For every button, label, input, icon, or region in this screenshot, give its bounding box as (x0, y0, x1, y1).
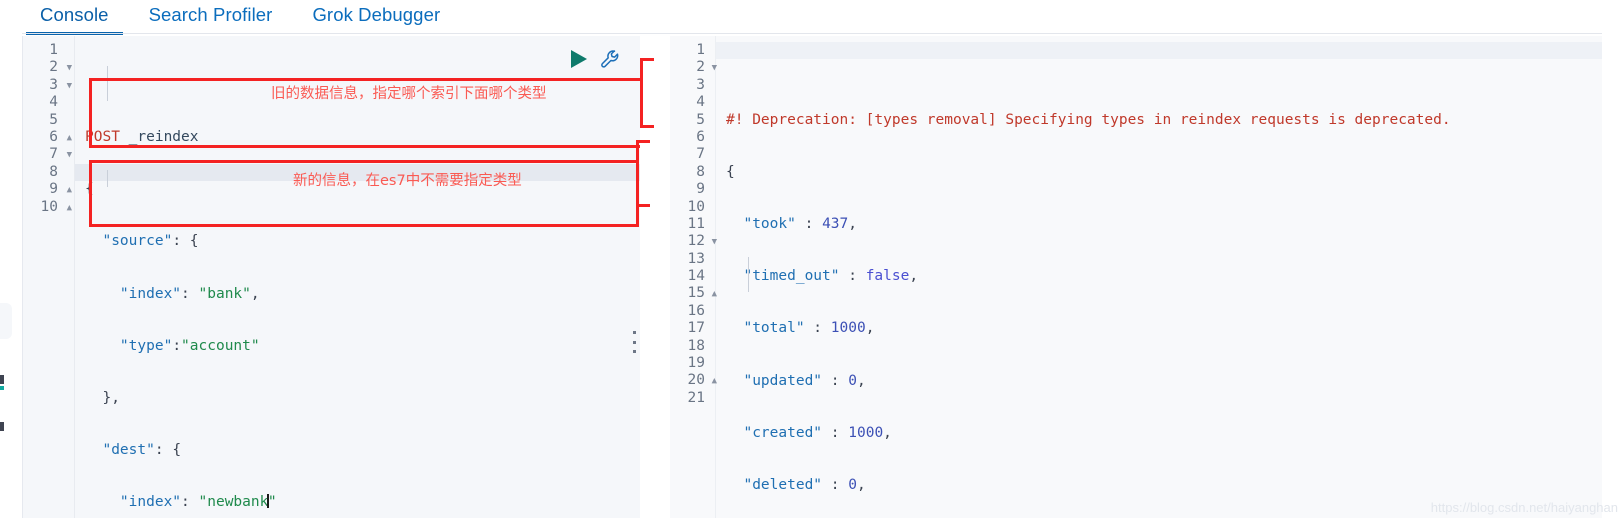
tabbar-divider (22, 33, 1602, 34)
line-number: 1 (696, 42, 705, 58)
pane-separator (640, 36, 670, 518)
line-number: 18 (687, 337, 705, 354)
tab-list: Console Search Profiler Grok Debugger (20, 0, 460, 35)
line-number: 10 (687, 198, 705, 215)
sidebar-mark-accent (0, 386, 4, 390)
tab-grok-debugger[interactable]: Grok Debugger (292, 0, 460, 35)
code-line: { (726, 163, 735, 180)
fold-toggle-icon[interactable]: ▼ (67, 78, 72, 95)
indent-guide (107, 170, 108, 187)
line-number: 20 (687, 372, 705, 389)
line-number: 21 (687, 389, 705, 406)
indent-guide (107, 66, 108, 101)
code-line: "index": "newbank" (119, 494, 277, 511)
code-line: "type":"account" (119, 337, 260, 354)
fold-toggle-icon[interactable]: ▲ (67, 130, 72, 147)
http-method: POST (85, 129, 120, 146)
wrench-icon[interactable] (599, 48, 621, 70)
tab-search-profiler[interactable]: Search Profiler (129, 0, 293, 35)
sidebar-mark-one (0, 375, 4, 384)
sidebar-collapsed-pill[interactable] (0, 303, 12, 339)
request-code[interactable]: POST _reindex { "source": { "index": "ba… (75, 42, 640, 518)
code-line: "updated" : 0, (743, 372, 866, 389)
kibana-devtools-screen: Console Search Profiler Grok Debugger 1 … (0, 0, 1624, 518)
line-number: 11 (687, 215, 705, 232)
code-line: "deleted" : 0, (743, 477, 866, 494)
tab-console[interactable]: Console (20, 0, 129, 35)
response-gutter: 1 2 ▼ 3 4 5 6 7 8 9 10 11 12 ▼ 13 14 15 ▲ 1… (670, 36, 717, 518)
line-number: 13 (687, 250, 705, 267)
fold-toggle-icon[interactable]: ▼ (67, 147, 72, 164)
value-total: 1000 (830, 320, 866, 337)
line-number: 4 (696, 94, 705, 111)
code-line: "source": { (102, 233, 199, 250)
sidebar-mark-two (0, 422, 4, 431)
code-line: POST _reindex (75, 129, 640, 146)
line-number: 5 (49, 111, 58, 128)
fold-toggle-icon[interactable]: ▲ (67, 182, 72, 199)
line-number: 16 (687, 302, 705, 319)
watermark: https://blog.csdn.net/haiyanghan (1430, 500, 1618, 515)
request-line-numbers: 1 2 ▼ 3 ▼ 4 5 6 ▲ 7 ▼ 8 9 ▲ 10 ▲ (23, 42, 74, 216)
request-path: _reindex (128, 129, 199, 146)
request-toolbar (553, 46, 633, 72)
line-number: 19 (687, 355, 705, 372)
line-number: 15 (687, 285, 705, 302)
line-number: 8 (49, 163, 58, 180)
code-line: "total" : 1000, (743, 320, 875, 337)
line-number: 6 (696, 128, 705, 145)
code-line: }, (85, 390, 120, 407)
value-timed-out: false (865, 268, 910, 285)
code-line: "created" : 1000, (743, 424, 892, 441)
annotation-text-dest: 新的信息，在es7中不需要指定类型 (293, 173, 522, 189)
line-number: 1 (49, 42, 58, 58)
left-edge-strip (0, 0, 22, 518)
response-code: #! Deprecation: [types removal] Specifyi… (716, 42, 1602, 518)
line-number: 7 (696, 146, 705, 163)
line-number: 2 (696, 59, 705, 76)
console-body: 1 2 ▼ 3 ▼ 4 5 6 ▲ 7 ▼ 8 9 ▲ 10 ▲ POST _reindex… (22, 36, 1602, 518)
devtools-tabbar: Console Search Profiler Grok Debugger (0, 0, 1624, 35)
run-request-button[interactable] (568, 49, 590, 69)
line-number: 17 (687, 320, 705, 337)
response-line-numbers: 1 2 ▼ 3 4 5 6 7 8 9 10 11 12 ▼ 13 14 15 ▲ 1… (670, 42, 717, 407)
line-number: 12 (687, 233, 705, 250)
annotation-text-source: 旧的数据信息，指定哪个索引下面哪个类型 (271, 86, 547, 102)
deprecation-warning: #! Deprecation: [types removal] Specifyi… (726, 111, 1451, 128)
fold-toggle-icon[interactable]: ▼ (67, 60, 72, 77)
value-deleted: 0 (848, 477, 857, 494)
pane-resize-handle[interactable] (631, 331, 637, 353)
line-number: 14 (687, 268, 705, 285)
code-line: "took" : 437, (743, 216, 857, 233)
indent-guide (748, 257, 749, 292)
value-created: 1000 (848, 424, 884, 441)
code-line: "dest": { (102, 442, 182, 459)
response-editor-pane[interactable]: 1 2 ▼ 3 4 5 6 7 8 9 10 11 12 ▼ 13 14 15 ▲ 1… (636, 36, 1602, 518)
line-number: 3 (696, 76, 705, 93)
line-number: 8 (696, 163, 705, 180)
fold-toggle-icon[interactable]: ▲ (67, 200, 72, 217)
line-number: 4 (49, 94, 58, 111)
value-updated: 0 (848, 372, 857, 389)
value-took: 437 (822, 216, 849, 233)
request-editor-pane[interactable]: 1 2 ▼ 3 ▼ 4 5 6 ▲ 7 ▼ 8 9 ▲ 10 ▲ POST _reindex… (23, 36, 643, 518)
line-number: 5 (696, 111, 705, 128)
request-gutter: 1 2 ▼ 3 ▼ 4 5 6 ▲ 7 ▼ 8 9 ▲ 10 ▲ (23, 36, 75, 518)
code-line: "timed_out" : false, (743, 268, 919, 285)
line-number: 9 (696, 181, 705, 198)
code-line: "index": "bank", (119, 285, 260, 302)
